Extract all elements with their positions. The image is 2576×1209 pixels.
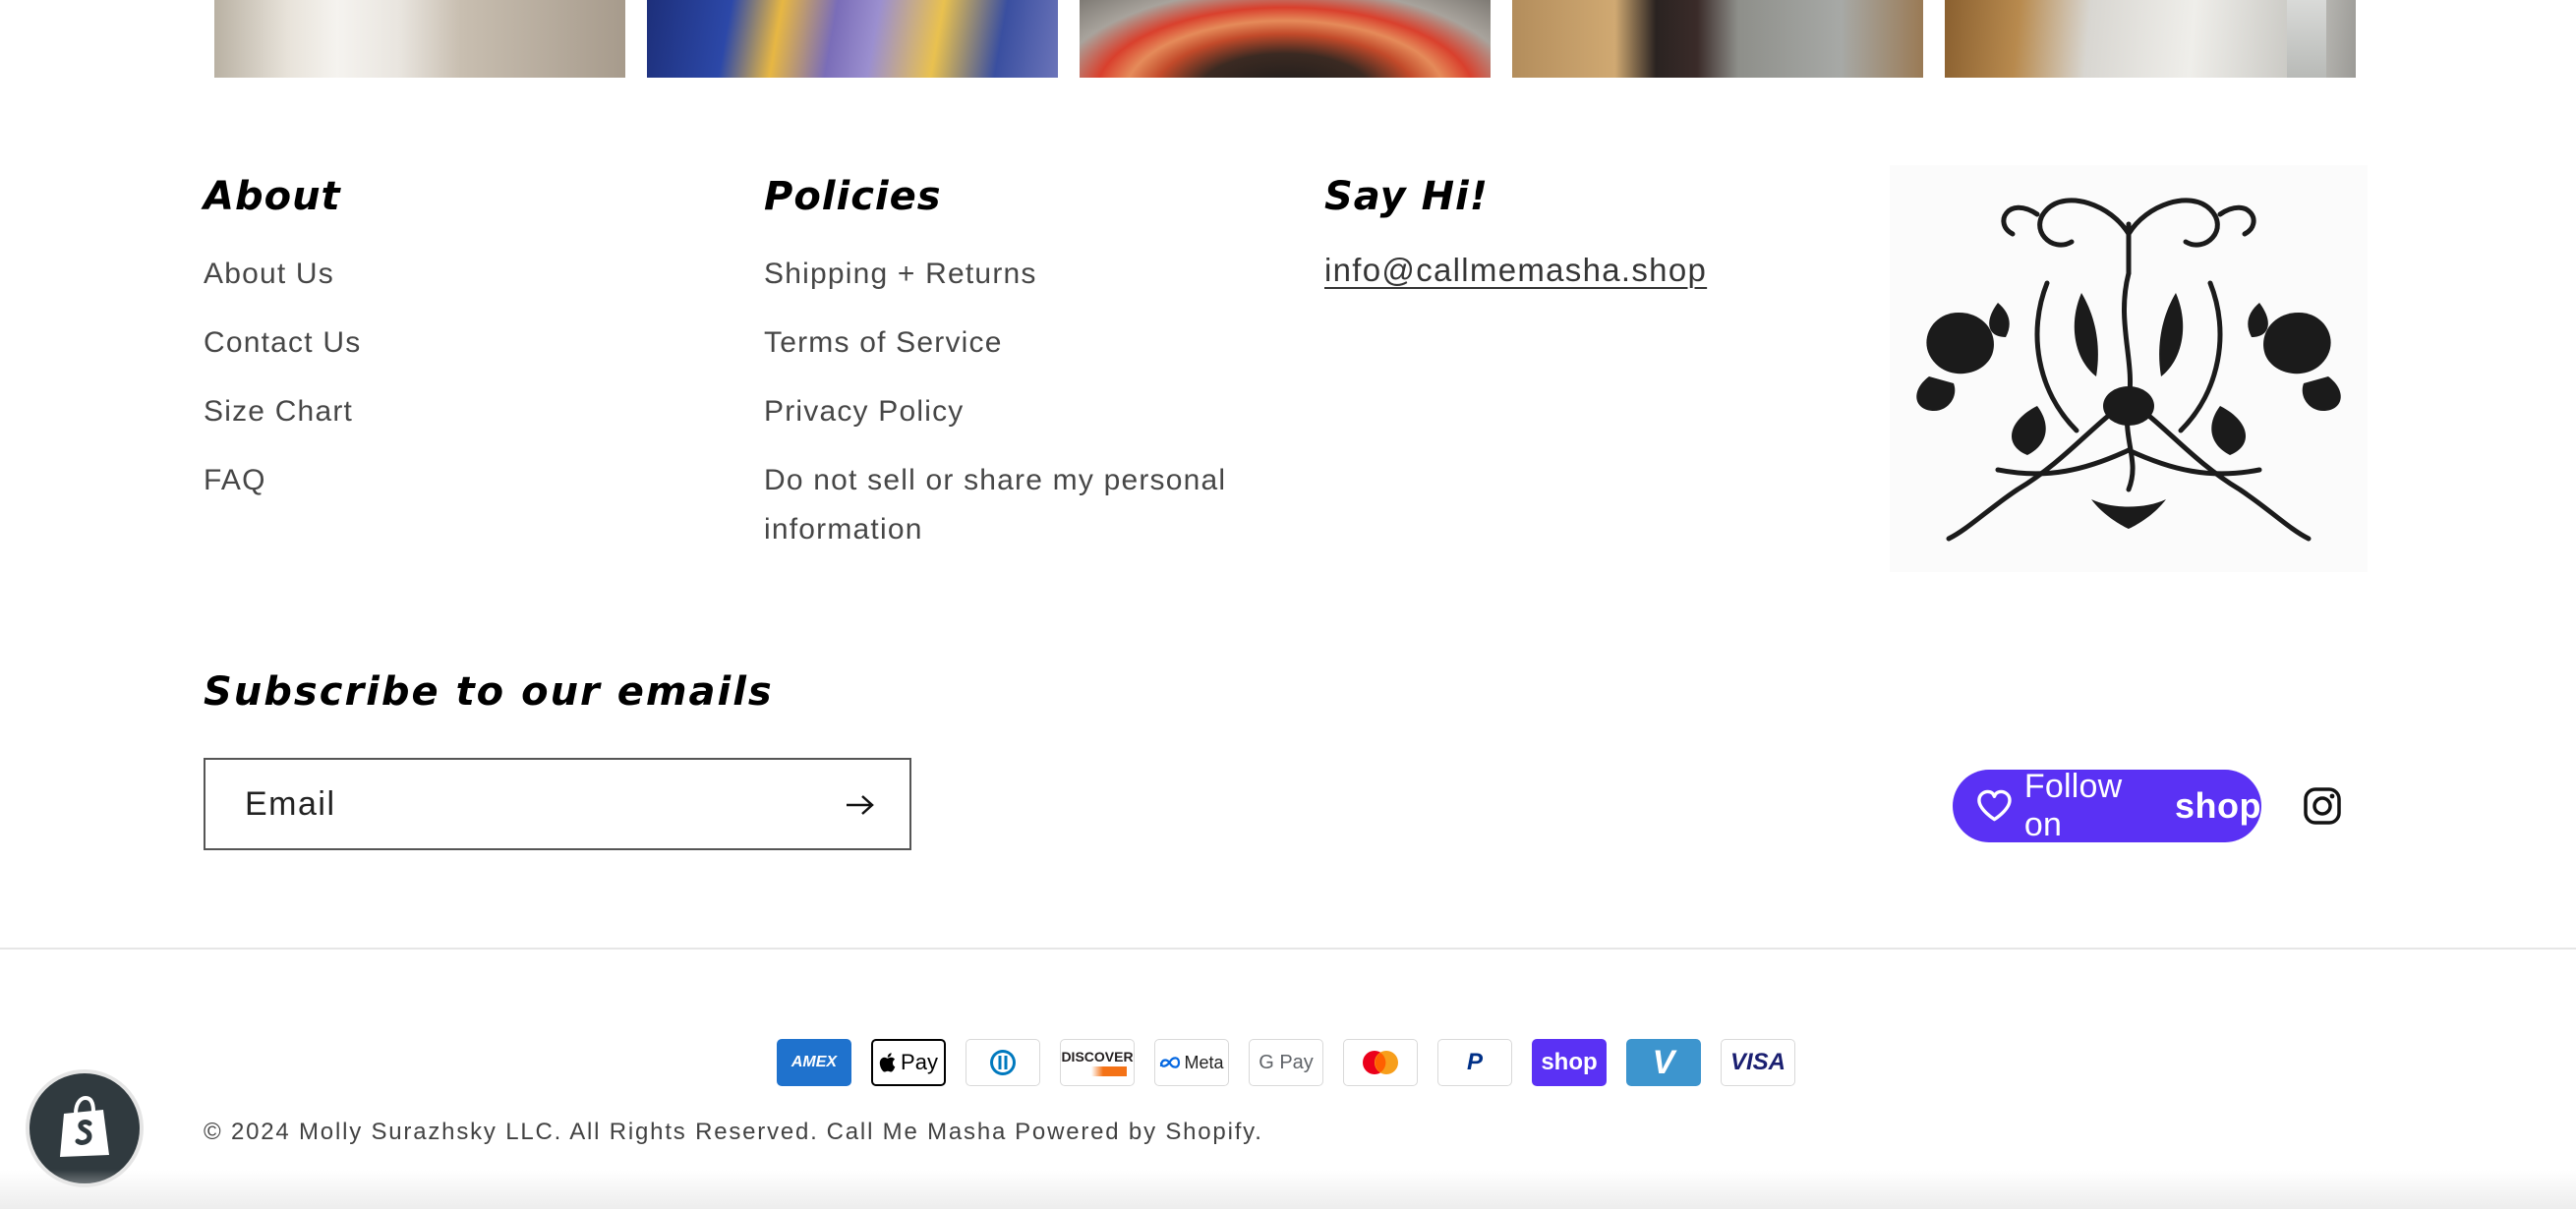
newsletter-form xyxy=(204,758,911,850)
shop-pay-icon: shop xyxy=(1532,1039,1607,1086)
footer-link-about-us[interactable]: About Us xyxy=(204,250,361,299)
heart-icon xyxy=(1977,789,2012,822)
about-links: About Us Contact Us Size Chart FAQ xyxy=(204,250,361,505)
footer-link-faq[interactable]: FAQ xyxy=(204,456,361,505)
photo-4[interactable] xyxy=(1512,0,1923,78)
policies-heading: Policies xyxy=(764,174,942,219)
footer-link-terms-of-service[interactable]: Terms of Service xyxy=(764,318,1275,368)
follow-on-label: Follow on xyxy=(2023,768,2123,843)
meta-pay-icon: Meta xyxy=(1154,1039,1229,1086)
discover-icon: DISCOVER xyxy=(1060,1039,1135,1086)
arrow-right-icon xyxy=(847,795,874,815)
diners-club-icon xyxy=(966,1039,1040,1086)
copyright-line: © 2024 Molly Surazhsky LLC. All Rights R… xyxy=(204,1119,1271,1146)
footer-column-say-hi: Say Hi! info@callmemasha.shop xyxy=(1324,165,1707,289)
powered-by-shopify-link[interactable]: Powered by Shopify. xyxy=(1015,1119,1263,1145)
google-pay-icon: G Pay xyxy=(1249,1039,1323,1086)
footer-link-size-chart[interactable]: Size Chart xyxy=(204,387,361,436)
about-heading: About xyxy=(204,174,341,219)
bottom-fade xyxy=(0,1170,2576,1209)
newsletter-email-input[interactable] xyxy=(245,784,795,824)
footer-link-do-not-sell[interactable]: Do not sell or share my personal informa… xyxy=(764,456,1275,554)
apple-pay-icon: Pay xyxy=(871,1039,946,1086)
copyright-text: © 2024 Molly Surazhsky LLC. All Rights R… xyxy=(204,1119,819,1145)
rose-ornament-icon xyxy=(1890,165,2368,572)
paypal-icon: P xyxy=(1437,1039,1512,1086)
store-name-link[interactable]: Call Me Masha xyxy=(827,1119,1007,1145)
mastercard-icon xyxy=(1343,1039,1418,1086)
photo-2[interactable] xyxy=(647,0,1058,78)
instagram-photo-strip xyxy=(0,0,2576,79)
newsletter-submit-button[interactable] xyxy=(837,781,884,829)
footer-link-shipping-returns[interactable]: Shipping + Returns xyxy=(764,250,1275,299)
photo-1[interactable] xyxy=(214,0,625,78)
footer-link-contact-us[interactable]: Contact Us xyxy=(204,318,361,368)
contact-email-link[interactable]: info@callmemasha.shop xyxy=(1324,252,1707,289)
footer-column-policies: Policies Shipping + Returns Terms of Ser… xyxy=(764,165,1275,574)
follow-on-shop-button[interactable]: Follow on shop xyxy=(1953,768,2261,843)
policies-links: Shipping + Returns Terms of Service Priv… xyxy=(764,250,1275,554)
subscribe-heading: Subscribe to our emails xyxy=(204,669,774,715)
venmo-icon: V xyxy=(1626,1039,1701,1086)
payment-methods-list: AMEX Pay DISCOVER Meta G Pay P shop V VI… xyxy=(777,1039,1795,1086)
visa-icon: VISA xyxy=(1721,1039,1795,1086)
instagram-icon[interactable] xyxy=(2303,786,2342,826)
footer-divider xyxy=(0,948,2576,950)
shop-wordmark: shop xyxy=(2175,785,2261,826)
amex-icon: AMEX xyxy=(777,1039,851,1086)
photo-5[interactable] xyxy=(1945,0,2356,78)
footer-column-about: About About Us Contact Us Size Chart FAQ xyxy=(204,165,361,525)
say-hi-heading: Say Hi! xyxy=(1324,174,1489,219)
photo-3[interactable] xyxy=(1080,0,1491,78)
footer-link-privacy-policy[interactable]: Privacy Policy xyxy=(764,387,1275,436)
